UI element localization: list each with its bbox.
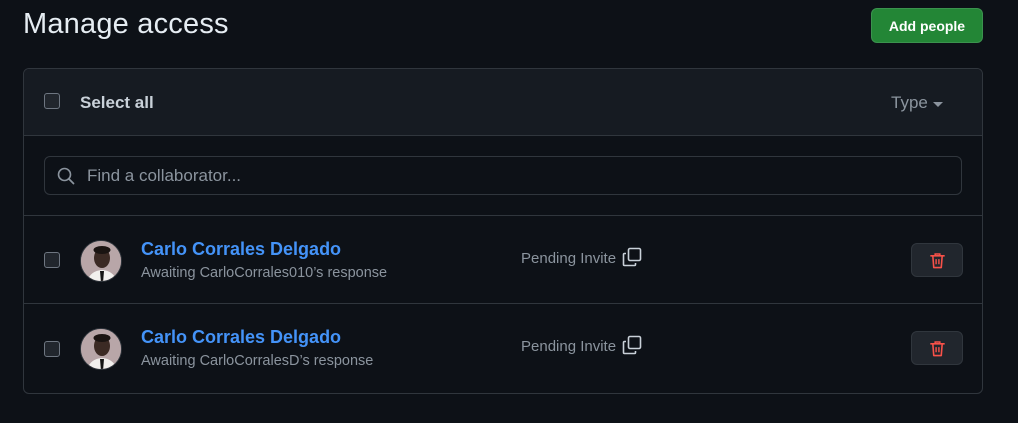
copy-icon[interactable] — [622, 247, 642, 267]
member-status: Awaiting CarloCorralesD’s response — [141, 353, 374, 369]
pending-invite-label: Pending Invite — [521, 338, 617, 355]
avatar[interactable] — [80, 328, 122, 370]
remove-member-button[interactable] — [911, 331, 963, 365]
member-name-link[interactable]: Carlo Corrales Delgado — [141, 239, 341, 260]
page-title: Manage access — [23, 8, 229, 40]
member-checkbox[interactable] — [44, 341, 60, 357]
select-all-label: Select all — [80, 93, 154, 112]
search-input[interactable] — [85, 157, 955, 194]
collaborators-panel: Select all Type Carlo Corrales De — [23, 68, 983, 394]
trash-icon — [929, 252, 945, 268]
search-box[interactable] — [44, 156, 962, 195]
list-item: Carlo Corrales Delgado Awaiting CarloCor… — [24, 304, 982, 392]
avatar-image — [81, 329, 121, 369]
trash-icon — [929, 340, 945, 356]
select-all-checkbox[interactable] — [44, 93, 60, 109]
pending-invite-label: Pending Invite — [521, 250, 617, 267]
search-icon — [57, 167, 75, 185]
remove-member-button[interactable] — [911, 243, 963, 277]
avatar[interactable] — [80, 240, 122, 282]
type-filter-label: Type — [891, 93, 928, 112]
list-item: Carlo Corrales Delgado Awaiting CarloCor… — [24, 216, 982, 304]
copy-icon[interactable] — [622, 335, 642, 355]
panel-header: Select all Type — [24, 69, 982, 136]
member-checkbox[interactable] — [44, 252, 60, 268]
pending-invite: Pending Invite — [521, 247, 642, 267]
member-name-link[interactable]: Carlo Corrales Delgado — [141, 327, 341, 348]
type-filter-dropdown[interactable]: Type — [891, 93, 943, 113]
pending-invite: Pending Invite — [521, 335, 642, 355]
member-status: Awaiting CarloCorrales010’s response — [141, 265, 388, 281]
add-people-button[interactable]: Add people — [871, 8, 983, 43]
avatar-image — [81, 241, 121, 281]
search-row — [24, 136, 982, 216]
chevron-down-icon — [932, 101, 943, 107]
